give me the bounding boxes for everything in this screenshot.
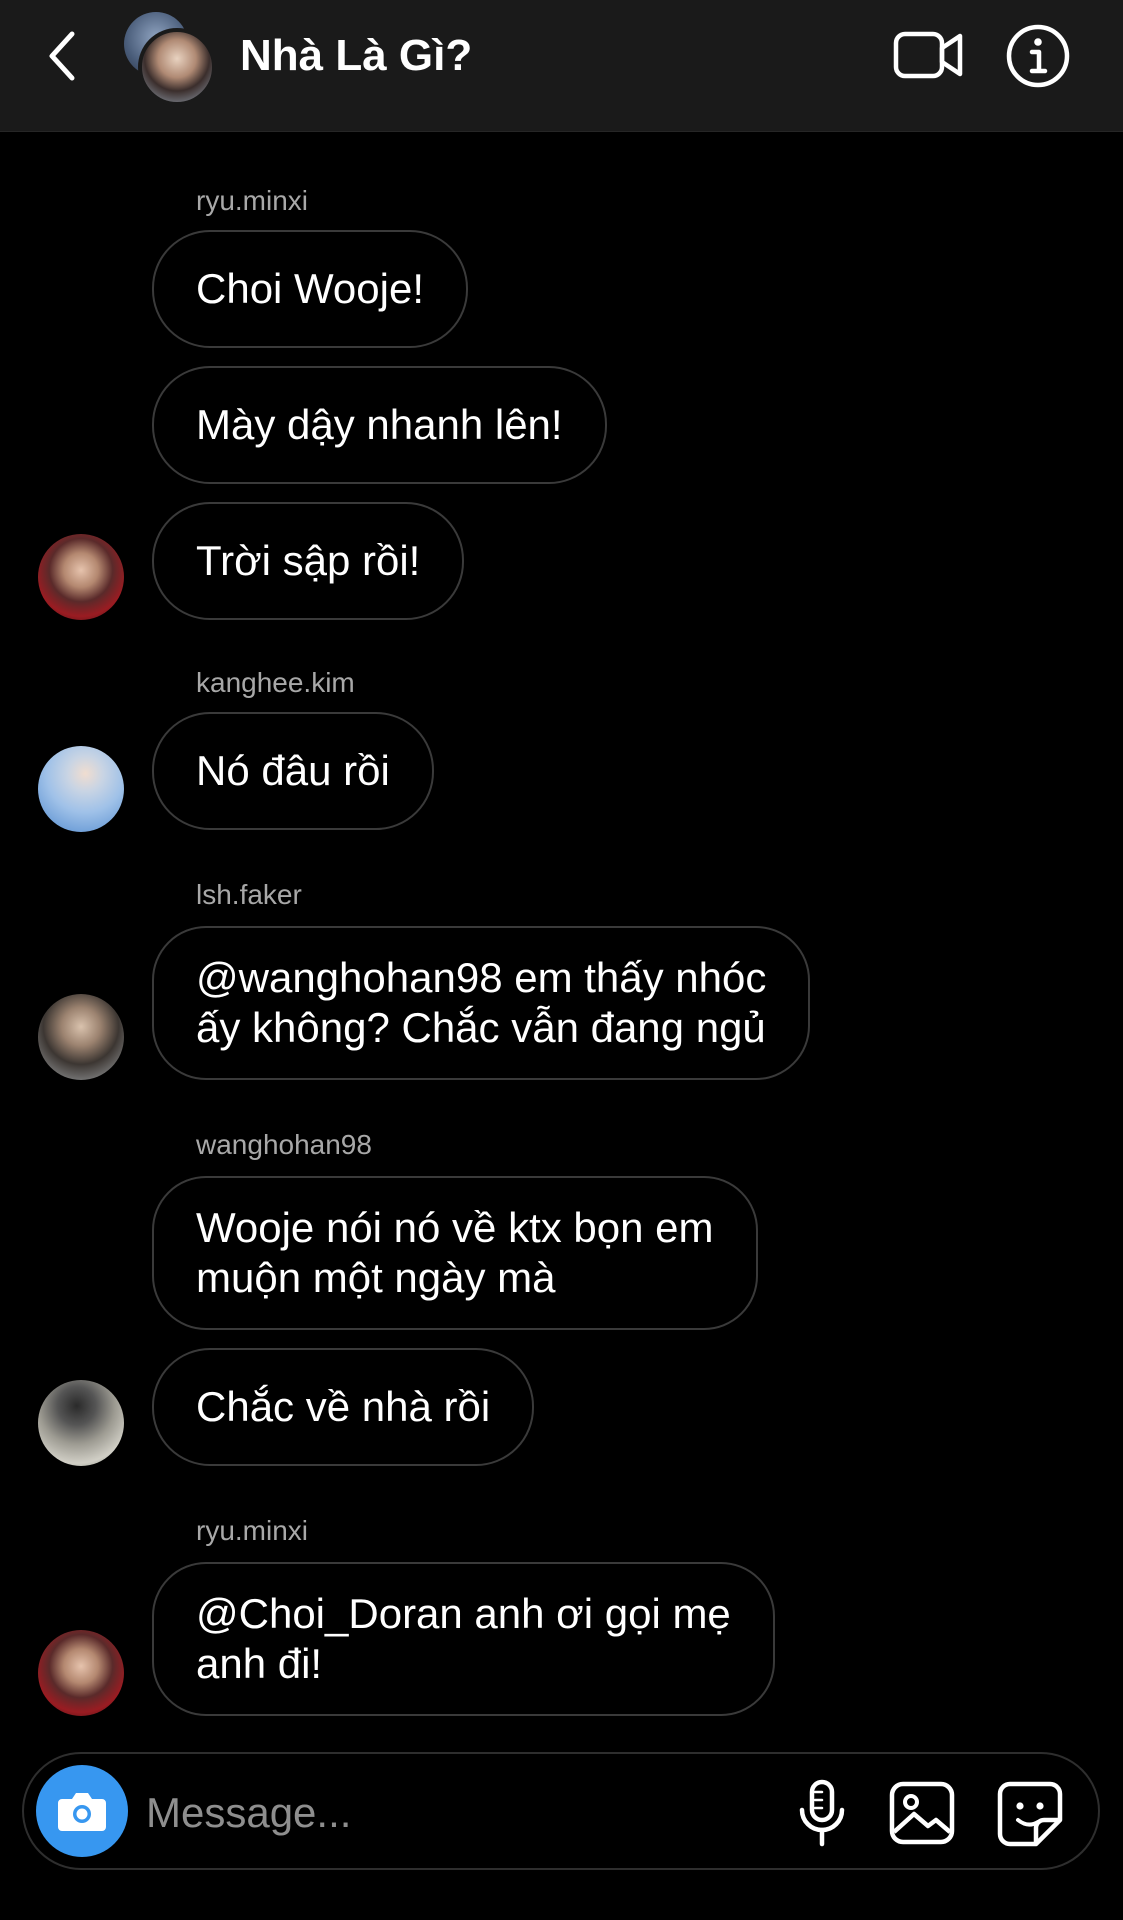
message-text: Trời sập rồi! [196,537,421,584]
message-text: Choi Wooje! [196,265,425,312]
message-bubble[interactable]: Chắc về nhà rồi [152,1348,535,1466]
message-bubble[interactable]: @Choi_Doran anh ơi gọi mẹ anh đi! [152,1562,775,1716]
message-text: Wooje nói nó về ktx bọn em muộn một ngày… [196,1203,714,1303]
gallery-icon [889,1781,955,1845]
message-line: @Choi_Doran anh ơi gọi mẹ [196,1590,731,1637]
video-camera-icon [893,31,963,79]
group-avatar[interactable] [124,12,216,106]
avatar[interactable] [38,1630,124,1716]
sender-name: wanghohan98 [196,1129,372,1160]
message-line: Wooje nói nó về ktx bọn em [196,1204,714,1251]
video-call-button[interactable] [892,22,966,88]
sender-name: ryu.minxi [196,185,309,216]
chat-title[interactable]: Nhà Là Gì? [240,30,472,82]
camera-button[interactable] [36,1765,128,1857]
message-line: anh đi! [196,1640,323,1687]
sender-name: lsh.faker [196,879,302,910]
avatar[interactable] [38,534,124,620]
message-composer [22,1752,1100,1870]
back-button[interactable] [40,26,86,86]
microphone-icon [799,1779,845,1847]
gallery-button[interactable] [884,1776,960,1850]
message-bubble[interactable]: Nó đâu rồi [152,712,434,830]
message-line: muộn một ngày mà [196,1254,556,1301]
message-bubble[interactable]: Mày dậy nhanh lên! [152,366,607,484]
chevron-left-icon [49,31,75,81]
message-input[interactable] [146,1778,766,1848]
message-line: ấy không? Chắc vẫn đang ngủ [196,1004,766,1051]
info-button[interactable] [1004,22,1072,90]
message-text: Mày dậy nhanh lên! [196,401,563,448]
camera-icon [58,1793,106,1831]
sender-name: ryu.minxi [196,1515,309,1546]
info-icon [1006,24,1070,88]
message-text: @Choi_Doran anh ơi gọi mẹ anh đi! [196,1589,731,1689]
group-avatar-front [138,28,216,106]
avatar[interactable] [38,1380,124,1466]
message-bubble[interactable]: Choi Wooje! [152,230,469,348]
sticker-icon [997,1781,1063,1847]
sender-name: kanghee.kim [196,667,355,698]
message-bubble[interactable]: Wooje nói nó về ktx bọn em muộn một ngày… [152,1176,758,1330]
message-line: @wanghohan98 em thấy nhóc [196,954,767,1001]
message-text: Chắc về nhà rồi [196,1383,491,1430]
message-thread[interactable]: ryu.minxi Choi Wooje! Mày dậy nhanh lên!… [0,132,1123,1732]
avatar[interactable] [38,994,124,1080]
message-bubble[interactable]: @wanghohan98 em thấy nhóc ấy không? Chắc… [152,926,811,1080]
message-text: @wanghohan98 em thấy nhóc ấy không? Chắc… [196,953,766,1053]
message-bubble[interactable]: Trời sập rồi! [152,502,465,620]
message-text: Nó đâu rồi [196,747,390,794]
avatar[interactable] [38,746,124,832]
voice-message-button[interactable] [784,1776,860,1850]
sticker-button[interactable] [992,1776,1068,1850]
chat-header: Nhà Là Gì? [0,0,1123,132]
